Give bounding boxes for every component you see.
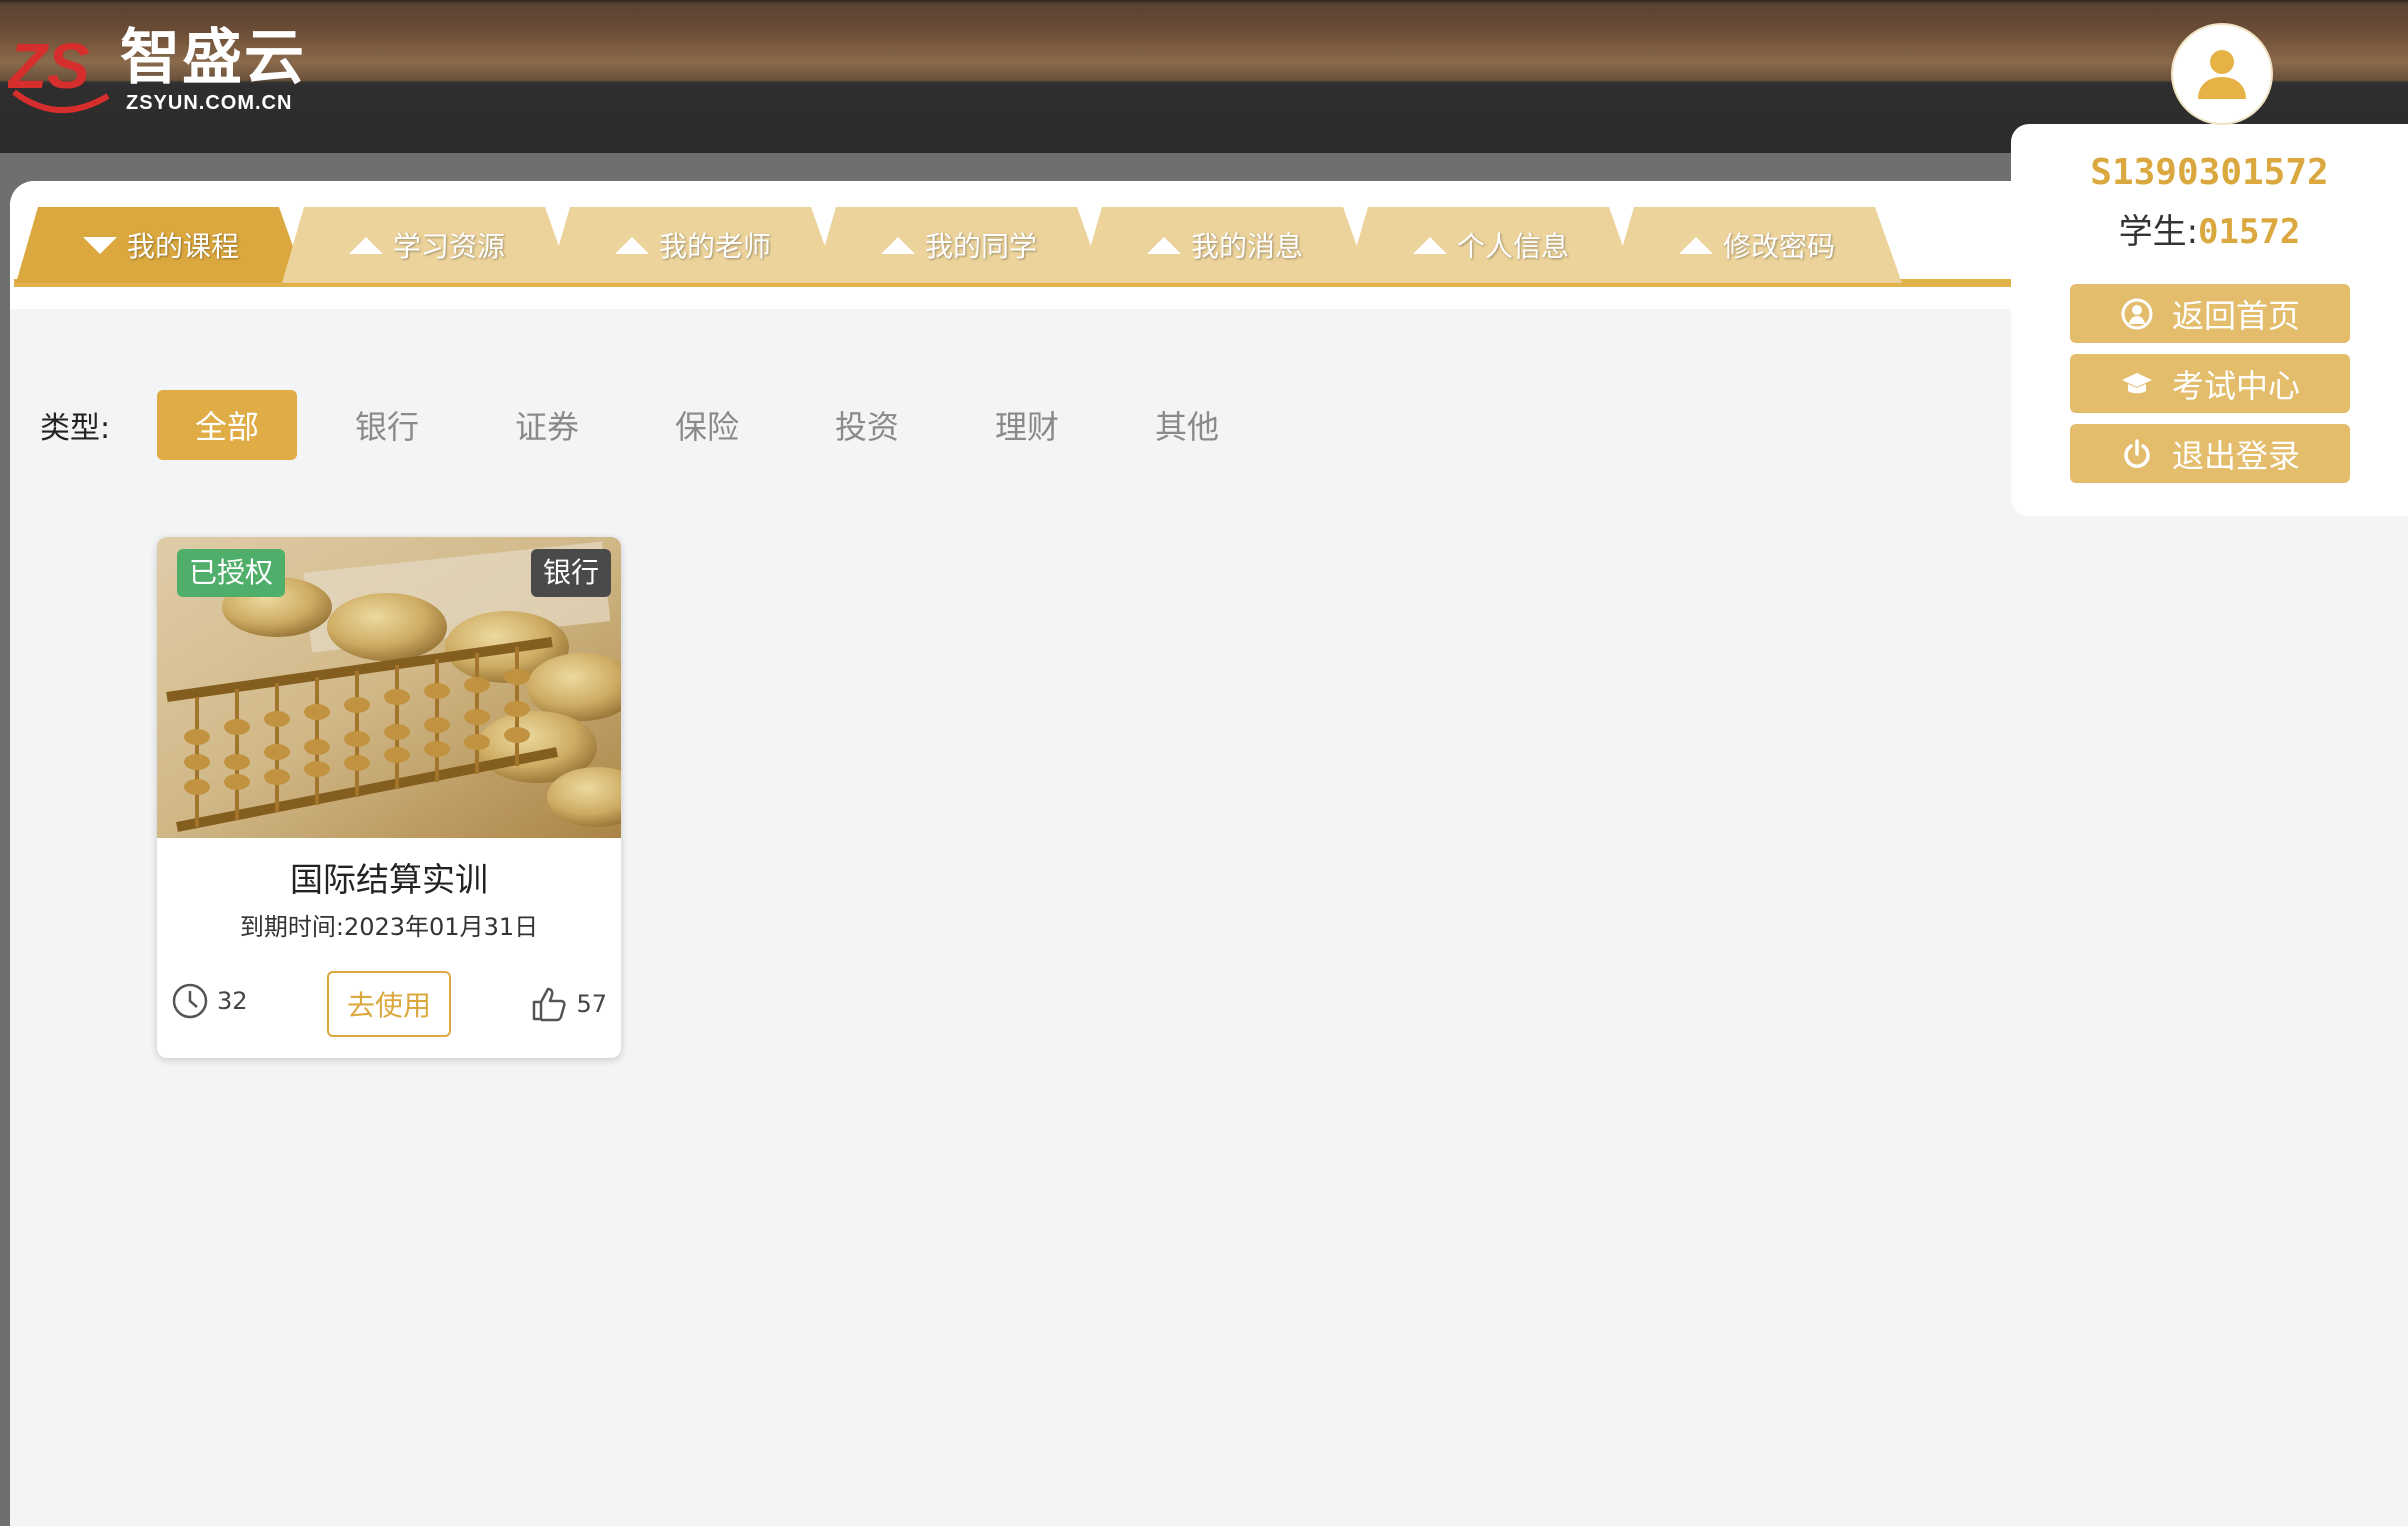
tab-my-messages[interactable]: 我的消息 bbox=[1080, 207, 1370, 283]
views-count: 32 bbox=[217, 987, 248, 1015]
filter-bank[interactable]: 银行 bbox=[317, 390, 457, 460]
user-role-label: 学生: bbox=[2118, 212, 2199, 252]
caret-up-icon bbox=[1678, 236, 1713, 254]
back-home-button[interactable]: 返回首页 bbox=[2070, 284, 2350, 343]
zs-logo-icon: ZS bbox=[8, 30, 110, 114]
user-role: 学生:01572 bbox=[2011, 204, 2408, 253]
tab-label: 我的消息 bbox=[1190, 230, 1303, 263]
caret-up-icon bbox=[880, 236, 915, 254]
course-type-badge: 银行 bbox=[530, 549, 611, 597]
caret-up-icon bbox=[1412, 236, 1447, 254]
logo-domain-text: ZSYUN.COM.CN bbox=[126, 92, 293, 114]
course-thumbnail[interactable]: 已授权 银行 bbox=[157, 537, 621, 838]
tab-learning-resources[interactable]: 学习资源 bbox=[282, 207, 572, 283]
filter-investment[interactable]: 投资 bbox=[797, 390, 937, 460]
caret-up-icon bbox=[614, 236, 649, 254]
tab-my-teachers[interactable]: 我的老师 bbox=[548, 207, 838, 283]
logout-button[interactable]: 退出登录 bbox=[2070, 424, 2350, 483]
course-views: 32 bbox=[171, 982, 248, 1020]
course-expire-date: 到期时间:2023年01月31日 bbox=[239, 913, 539, 941]
tab-label: 学习资源 bbox=[392, 230, 505, 263]
tab-label: 我的同学 bbox=[924, 230, 1037, 263]
authorized-badge: 已授权 bbox=[177, 549, 286, 597]
tab-my-classmates[interactable]: 我的同学 bbox=[814, 207, 1104, 283]
svg-text:ZS: ZS bbox=[8, 30, 90, 102]
power-icon bbox=[2124, 438, 2150, 468]
tab-label: 我的老师 bbox=[658, 230, 771, 263]
tab-label: 修改密码 bbox=[1722, 230, 1835, 263]
tab-change-password[interactable]: 修改密码 bbox=[1612, 207, 1902, 283]
caret-up-icon bbox=[348, 236, 383, 254]
menu-label: 考试中心 bbox=[2171, 366, 2300, 405]
tab-label: 个人信息 bbox=[1456, 230, 1569, 263]
thumbs-up-icon bbox=[533, 987, 567, 1022]
user-avatar[interactable] bbox=[2171, 23, 2273, 125]
use-course-button[interactable]: 去使用 bbox=[327, 971, 451, 1037]
course-title[interactable]: 国际结算实训 bbox=[157, 853, 621, 901]
tab-my-courses[interactable]: 我的课程 bbox=[16, 207, 306, 283]
logo-chinese-text: 智盛云 bbox=[120, 23, 306, 93]
filter-insurance[interactable]: 保险 bbox=[637, 390, 777, 460]
user-circle-icon bbox=[2121, 298, 2153, 329]
user-id: S1390301572 bbox=[2090, 152, 2329, 193]
site-logo[interactable]: ZS 智盛云 ZSYUN.COM.CN bbox=[8, 22, 308, 122]
type-filter-label: 类型: bbox=[40, 411, 111, 446]
menu-label: 返回首页 bbox=[2171, 296, 2300, 335]
graduation-cap-icon bbox=[2121, 372, 2152, 393]
filter-securities[interactable]: 证券 bbox=[477, 390, 617, 460]
filter-other[interactable]: 其他 bbox=[1117, 390, 1257, 460]
filter-all[interactable]: 全部 bbox=[157, 390, 297, 460]
tab-personal-info[interactable]: 个人信息 bbox=[1346, 207, 1636, 283]
caret-down-icon bbox=[82, 236, 117, 254]
exam-center-button[interactable]: 考试中心 bbox=[2070, 354, 2350, 413]
menu-label: 退出登录 bbox=[2171, 436, 2300, 475]
user-role-number: 01572 bbox=[2198, 212, 2301, 252]
caret-up-icon bbox=[1146, 236, 1181, 254]
likes-count: 57 bbox=[576, 990, 607, 1018]
filter-wealth-management[interactable]: 理财 bbox=[957, 390, 1097, 460]
clock-icon bbox=[172, 983, 208, 1019]
user-avatar-icon bbox=[2198, 50, 2246, 99]
tab-label: 我的课程 bbox=[126, 230, 239, 263]
course-card[interactable]: 已授权 银行 国际结算实训 到期时间:2023年01月31日 32 去使用 57 bbox=[157, 537, 621, 1058]
course-likes[interactable]: 57 bbox=[530, 985, 607, 1023]
